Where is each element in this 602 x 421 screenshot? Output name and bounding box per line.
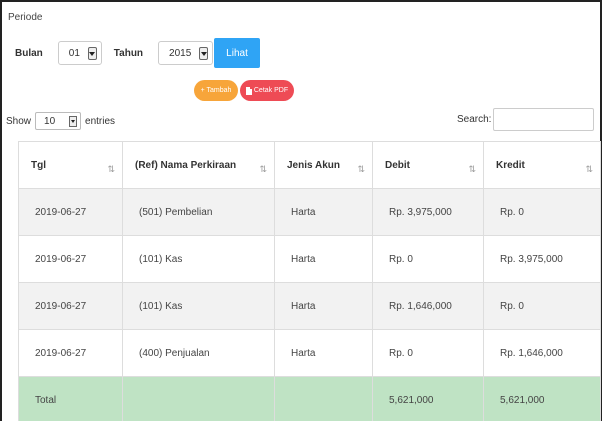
periode-filter: Bulan 01 Tahun 2015 xyxy=(8,41,214,65)
column-header-kredit[interactable]: Kredit ⇅ xyxy=(483,141,601,189)
sort-icon: ⇅ xyxy=(107,164,114,174)
cell-jenis-akun: Harta xyxy=(274,188,373,236)
table-row: 2019-06-27 (101) Kas Harta Rp. 1,646,000… xyxy=(18,282,601,330)
total-label: Total xyxy=(18,376,123,421)
entries-label: entries xyxy=(85,115,116,127)
table-row: 2019-06-27 (101) Kas Harta Rp. 0 Rp. 3,9… xyxy=(18,235,601,283)
lihat-button[interactable]: Lihat xyxy=(214,38,260,68)
cell-jenis-akun: Harta xyxy=(274,235,373,283)
entries-value: 10 xyxy=(44,115,56,127)
table-header-row: Tgl ⇅ (Ref) Nama Perkiraan ⇅ Jenis Akun ⇅ D… xyxy=(18,141,601,189)
cell-debit: Rp. 0 xyxy=(372,235,484,283)
column-header-nama-perkiraan[interactable]: (Ref) Nama Perkiraan ⇅ xyxy=(122,141,275,189)
cell-debit: Rp. 1,646,000 xyxy=(372,282,484,330)
entries-control: Show 10 entries xyxy=(6,111,115,131)
search-label: Search: xyxy=(457,114,492,125)
show-label: Show xyxy=(6,115,32,127)
table-row: 2019-06-27 (400) Penjualan Harta Rp. 0 R… xyxy=(18,329,601,377)
sort-icon: ⇅ xyxy=(259,164,266,174)
bulan-select[interactable]: 01 xyxy=(57,41,102,65)
total-row: Total 5,621,000 5,621,000 xyxy=(18,376,601,421)
column-header-debit[interactable]: Debit ⇅ xyxy=(372,141,484,189)
cetak-pdf-button[interactable]: Cetak PDF xyxy=(240,80,294,101)
total-debit: 5,621,000 xyxy=(372,376,484,421)
tahun-select[interactable]: 2015 xyxy=(158,41,214,65)
chevron-down-icon xyxy=(87,47,97,60)
cell-jenis-akun: Harta xyxy=(274,282,373,330)
tambah-button[interactable]: + Tambah xyxy=(194,80,238,101)
bulan-label: Bulan xyxy=(15,47,43,59)
cell-jenis-akun: Harta xyxy=(274,329,373,377)
total-empty-cell xyxy=(122,376,275,421)
cell-tgl: 2019-06-27 xyxy=(18,235,123,283)
cell-kredit: Rp. 0 xyxy=(483,188,601,236)
column-header-jenis-akun[interactable]: Jenis Akun ⇅ xyxy=(274,141,373,189)
sort-icon: ⇅ xyxy=(357,164,364,174)
column-header-tgl[interactable]: Tgl ⇅ xyxy=(18,141,123,189)
cell-tgl: 2019-06-27 xyxy=(18,282,123,330)
chevron-down-icon xyxy=(69,116,78,127)
pdf-icon xyxy=(245,86,252,95)
total-empty-cell xyxy=(274,376,373,421)
cetak-pdf-label: Cetak PDF xyxy=(253,87,289,94)
cell-debit: Rp. 0 xyxy=(372,329,484,377)
periode-label: Periode xyxy=(8,12,43,23)
cell-kredit: Rp. 3,975,000 xyxy=(483,235,601,283)
cell-debit: Rp. 3,975,000 xyxy=(372,188,484,236)
cell-kredit: Rp. 1,646,000 xyxy=(483,329,601,377)
journal-table: Tgl ⇅ (Ref) Nama Perkiraan ⇅ Jenis Akun ⇅ D… xyxy=(18,141,601,421)
tahun-label: Tahun xyxy=(113,47,144,59)
total-kredit: 5,621,000 xyxy=(483,376,601,421)
tahun-value: 2015 xyxy=(169,47,192,59)
tambah-label: + Tambah xyxy=(200,87,232,94)
search-input[interactable] xyxy=(493,108,594,131)
cell-tgl: 2019-06-27 xyxy=(18,188,123,236)
entries-select[interactable]: 10 xyxy=(35,112,82,130)
cell-nama-perkiraan: (101) Kas xyxy=(122,282,275,330)
table-row: 2019-06-27 (501) Pembelian Harta Rp. 3,9… xyxy=(18,188,601,236)
sort-icon: ⇅ xyxy=(468,164,475,174)
cell-nama-perkiraan: (501) Pembelian xyxy=(122,188,275,236)
cell-nama-perkiraan: (101) Kas xyxy=(122,235,275,283)
sort-icon: ⇅ xyxy=(585,164,592,174)
bulan-value: 01 xyxy=(68,47,80,59)
chevron-down-icon xyxy=(199,47,209,60)
cell-kredit: Rp. 0 xyxy=(483,282,601,330)
cell-nama-perkiraan: (400) Penjualan xyxy=(122,329,275,377)
cell-tgl: 2019-06-27 xyxy=(18,329,123,377)
